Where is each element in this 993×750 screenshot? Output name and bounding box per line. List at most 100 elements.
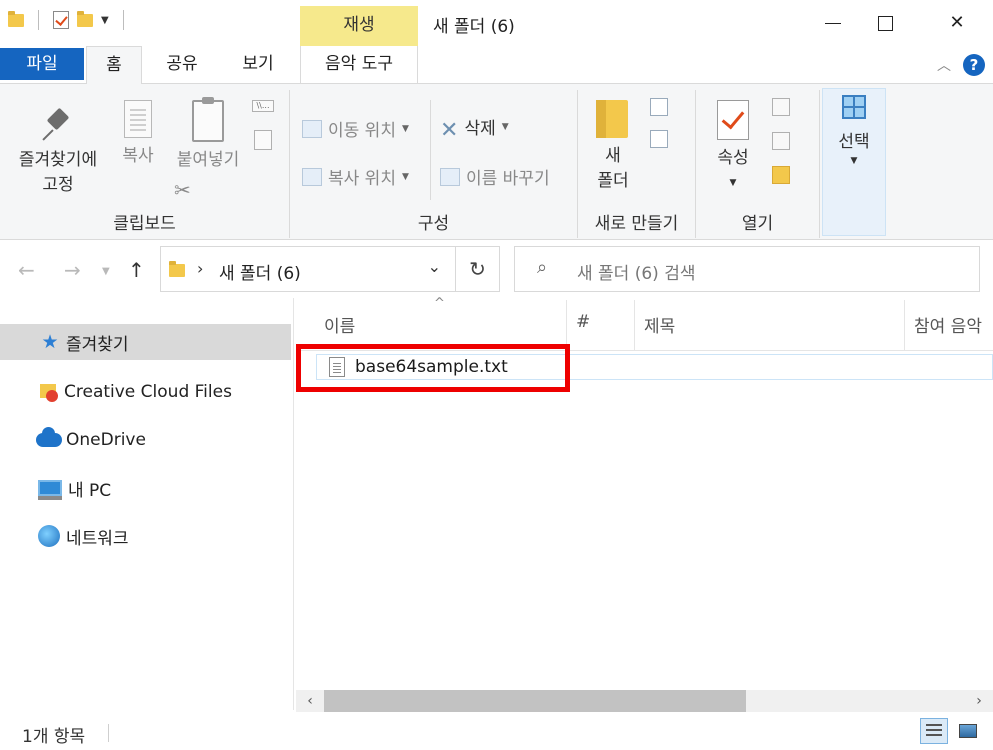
tab-view[interactable]: 보기 <box>232 46 284 84</box>
column-header-name[interactable]: 이름 <box>324 312 564 337</box>
status-bar: 1개 항목 <box>0 712 993 750</box>
new-folder-icon <box>596 100 628 138</box>
back-arrow-icon[interactable]: ← <box>18 258 35 282</box>
scroll-right-icon[interactable]: › <box>967 690 991 712</box>
pin-to-quick-access-button[interactable]: 즐겨찾기에 고정 <box>8 108 108 198</box>
table-row[interactable]: base64sample.txt <box>316 354 993 380</box>
onedrive-icon <box>36 427 62 447</box>
tab-home[interactable]: 홈 <box>86 46 142 85</box>
paste-icon <box>192 97 224 142</box>
text-file-icon <box>329 357 345 377</box>
column-header-number[interactable]: # <box>576 312 626 336</box>
details-view-button[interactable] <box>920 718 948 744</box>
organize-group: 이동 위치 ▼ 복사 위치 ▼ ✕ 삭제 ▼ 이름 바꾸기 구성 <box>290 90 578 238</box>
up-arrow-icon[interactable]: ↑ <box>128 258 145 282</box>
sidebar-item-creative-cloud[interactable]: Creative Cloud Files <box>0 374 291 410</box>
copy-path-icon[interactable]: \\... <box>252 100 274 112</box>
breadcrumb-separator-icon[interactable]: › <box>197 259 203 278</box>
new-group: 새 폴더 새로 만들기 <box>578 90 696 238</box>
search-icon: ⌕ <box>537 257 548 278</box>
cut-icon[interactable]: ✂ <box>174 178 191 202</box>
divider <box>122 10 124 30</box>
breadcrumb[interactable]: 새 폴더 (6) <box>219 259 301 284</box>
sidebar-item-label: Creative Cloud Files <box>64 382 232 402</box>
new-folder-button[interactable]: 새 폴더 <box>588 100 638 194</box>
scroll-left-icon[interactable]: ‹ <box>298 690 322 712</box>
context-tab-play[interactable]: 재생 <box>300 6 418 46</box>
large-icons-view-icon <box>959 724 977 738</box>
new-item-stack <box>650 98 668 148</box>
close-button[interactable]: ✕ <box>934 6 980 40</box>
network-icon <box>38 525 60 547</box>
column-divider[interactable] <box>566 300 567 350</box>
sidebar-item-quick-access[interactable]: ★ 즐겨찾기 <box>0 324 291 360</box>
select-group[interactable]: 선택 ▼ <box>822 88 886 236</box>
title-bar: ▼ 재생 새 폴더 (6) ✕ <box>0 0 993 46</box>
maximize-button[interactable] <box>862 6 908 40</box>
sidebar-item-label: 내 PC <box>68 480 112 501</box>
file-name[interactable]: base64sample.txt <box>355 357 508 377</box>
column-divider[interactable] <box>904 300 905 350</box>
search-placeholder: 새 폴더 (6) 검색 <box>577 264 696 284</box>
select-icon <box>842 95 866 119</box>
delete-icon: ✕ <box>440 117 459 143</box>
column-header-title[interactable]: 제목 <box>644 312 904 337</box>
refresh-icon: ↻ <box>469 257 486 281</box>
tab-share[interactable]: 공유 <box>156 46 208 84</box>
help-icon[interactable]: ? <box>963 54 985 76</box>
tab-file[interactable]: 파일 <box>0 48 84 80</box>
forward-arrow-icon[interactable]: → <box>64 258 81 282</box>
divider <box>108 724 109 742</box>
open-group: 속성 ▼ 열기 <box>696 90 820 238</box>
refresh-button[interactable]: ↻ <box>456 246 500 292</box>
paste-label: 붙여넣기 <box>176 150 240 170</box>
search-input[interactable]: ⌕ 새 폴더 (6) 검색 <box>514 246 980 292</box>
move-to-label: 이동 위치 <box>328 121 396 141</box>
copy-to-dropdown-icon: ▼ <box>401 171 409 182</box>
sidebar-item-onedrive[interactable]: OneDrive <box>0 422 291 458</box>
properties-icon <box>717 100 749 140</box>
sidebar-item-this-pc[interactable]: 내 PC <box>0 470 291 506</box>
pin-icon <box>43 108 73 142</box>
sidebar-item-network[interactable]: 네트워크 <box>0 518 291 554</box>
copy-to-label: 복사 위치 <box>328 169 396 189</box>
paste-button[interactable]: 붙여넣기 <box>170 97 246 173</box>
collapse-ribbon-icon[interactable]: ︿ <box>937 55 951 75</box>
column-header-artist[interactable]: 참여 음악 <box>914 312 993 336</box>
move-to-icon <box>302 119 322 138</box>
rename-button[interactable]: 이름 바꾸기 <box>440 164 550 189</box>
copy-to-button[interactable]: 복사 위치 ▼ <box>302 164 409 189</box>
ribbon-tabs: 파일 홈 공유 보기 음악 도구 ︿ ? <box>0 46 993 85</box>
new-item-icon[interactable] <box>650 98 668 116</box>
address-bar[interactable]: › 새 폴더 (6) ⌄ <box>160 246 456 292</box>
maximize-icon <box>877 15 893 31</box>
open-group-label: 열기 <box>741 214 774 234</box>
address-dropdown-icon[interactable]: ⌄ <box>428 257 441 276</box>
new-folder-icon[interactable] <box>77 10 93 27</box>
column-divider[interactable] <box>634 300 635 350</box>
window-title: 새 폴더 (6) <box>433 17 515 37</box>
history-icon[interactable] <box>772 166 790 184</box>
paste-shortcut-icon[interactable] <box>254 130 272 150</box>
pin-label-line1: 즐겨찾기에 <box>18 150 98 170</box>
edit-icon[interactable] <box>772 132 790 150</box>
scrollbar-thumb[interactable] <box>324 690 746 712</box>
organize-group-label: 구성 <box>417 214 450 234</box>
properties-button[interactable]: 속성 ▼ <box>708 100 758 196</box>
horizontal-scrollbar[interactable]: ‹ › <box>296 690 993 712</box>
minimize-button[interactable] <box>810 6 856 40</box>
move-to-button[interactable]: 이동 위치 ▼ <box>302 116 409 141</box>
open-icon[interactable] <box>772 98 790 116</box>
large-icons-view-button[interactable] <box>954 718 982 744</box>
delete-button[interactable]: ✕ 삭제 ▼ <box>440 114 509 143</box>
recent-locations-dropdown-icon[interactable]: ▼ <box>102 266 110 277</box>
clipboard-group: 즐겨찾기에 고정 복사 붙여넣기 ✂ \\... 클립보드 <box>0 90 290 238</box>
sidebar-item-label: 네트워크 <box>66 528 129 549</box>
tab-music-tools[interactable]: 음악 도구 <box>300 46 418 84</box>
customize-toolbar-dropdown-icon[interactable]: ▼ <box>101 15 109 26</box>
properties-icon[interactable] <box>53 11 69 29</box>
close-icon: ✕ <box>949 12 965 33</box>
easy-access-icon[interactable] <box>650 130 668 148</box>
copy-button[interactable]: 복사 <box>112 100 164 169</box>
item-count: 1개 항목 <box>22 727 86 747</box>
